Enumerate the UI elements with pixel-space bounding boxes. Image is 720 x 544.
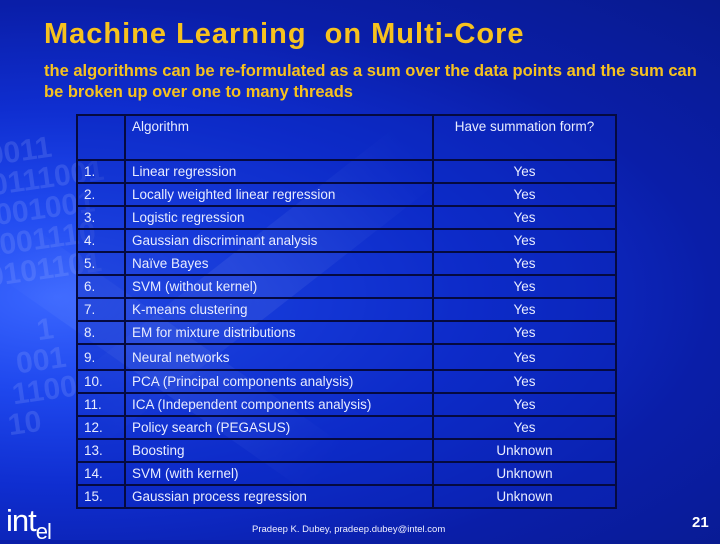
table-row: 15. Gaussian process regression Unknown [76,484,617,509]
row-summation: Yes [432,205,617,230]
row-number: 8. [76,320,126,345]
row-number: 14. [76,461,126,486]
table-row: 1. Linear regression Yes [76,159,617,184]
row-algorithm: Logistic regression [124,205,434,230]
row-summation: Yes [432,228,617,253]
table-row: 9. Neural networks Yes [76,343,617,371]
table-row: 6. SVM (without kernel) Yes [76,274,617,299]
algorithm-table: Algorithm Have summation form? 1. Linear … [76,114,617,509]
row-number: 1. [76,159,126,184]
row-number: 5. [76,251,126,276]
row-algorithm: Naïve Bayes [124,251,434,276]
table-row: 2. Locally weighted linear regression Yes [76,182,617,207]
row-number: 3. [76,205,126,230]
row-number: 15. [76,484,126,509]
row-algorithm: SVM (without kernel) [124,274,434,299]
row-summation: Yes [432,251,617,276]
table-row: 5. Naïve Bayes Yes [76,251,617,276]
row-summation: Yes [432,274,617,299]
row-number: 2. [76,182,126,207]
row-algorithm: PCA (Principal components analysis) [124,369,434,394]
logo-text-dropped-e: el [35,519,52,544]
row-algorithm: Gaussian discriminant analysis [124,228,434,253]
row-number: 4. [76,228,126,253]
footer-author: Pradeep K. Dubey, pradeep.dubey@intel.co… [252,524,446,535]
row-algorithm: EM for mixture distributions [124,320,434,345]
row-summation: Yes [432,369,617,394]
slide-subtitle: the algorithms can be re-formulated as a… [44,62,697,101]
row-number: 10. [76,369,126,394]
row-algorithm: Linear regression [124,159,434,184]
row-summation: Unknown [432,461,617,486]
table-row: 3. Logistic regression Yes [76,205,617,230]
row-algorithm: Neural networks [124,343,434,371]
row-number: 9. [76,343,126,371]
row-summation: Yes [432,320,617,345]
row-summation: Yes [432,343,617,371]
header-summation: Have summation form? [432,114,617,161]
table-row: 12. Policy search (PEGASUS) Yes [76,415,617,440]
row-algorithm: ICA (Independent components analysis) [124,392,434,417]
row-summation: Yes [432,297,617,322]
header-number [76,114,126,161]
row-summation: Yes [432,159,617,184]
row-number: 13. [76,438,126,463]
table-row: 8. EM for mixture distributions Yes [76,320,617,345]
table-header-row: Algorithm Have summation form? [76,114,617,161]
table-row: 13. Boosting Unknown [76,438,617,463]
page-number: 21 [692,514,709,531]
row-number: 7. [76,297,126,322]
row-number: 11. [76,392,126,417]
logo-text: int [6,503,37,538]
row-number: 12. [76,415,126,440]
table-row: 7. K-means clustering Yes [76,297,617,322]
row-number: 6. [76,274,126,299]
intel-logo: intel [6,503,52,544]
row-algorithm: Boosting [124,438,434,463]
row-summation: Unknown [432,484,617,509]
table-row: 10. PCA (Principal components analysis) Ye… [76,369,617,394]
header-algorithm: Algorithm [124,114,434,161]
table-row: 11. ICA (Independent components analysis)… [76,392,617,417]
row-algorithm: Policy search (PEGASUS) [124,415,434,440]
row-algorithm: Locally weighted linear regression [124,182,434,207]
row-summation: Unknown [432,438,617,463]
row-algorithm: K-means clustering [124,297,434,322]
table-row: 4. Gaussian discriminant analysis Yes [76,228,617,253]
table-row: 14. SVM (with kernel) Unknown [76,461,617,486]
slide-title: Machine Learning on Multi-Core [44,18,525,50]
row-summation: Yes [432,182,617,207]
row-algorithm: SVM (with kernel) [124,461,434,486]
row-summation: Yes [432,392,617,417]
row-algorithm: Gaussian process regression [124,484,434,509]
row-summation: Yes [432,415,617,440]
